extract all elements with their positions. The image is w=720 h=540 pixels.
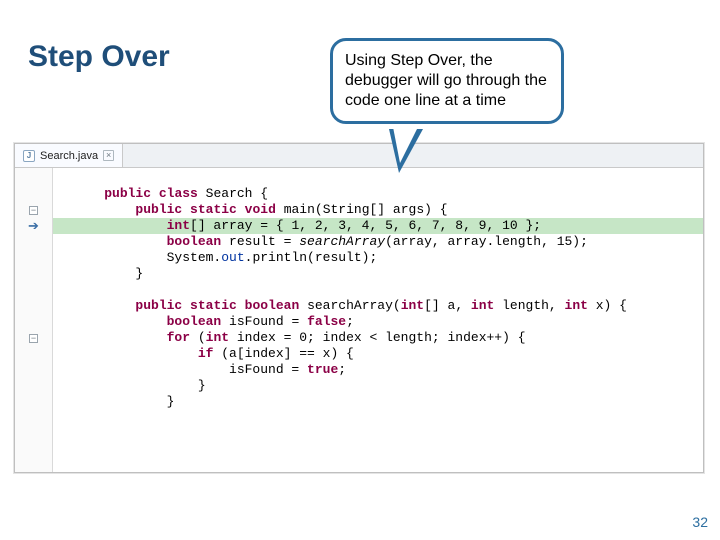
code-line: } [53,378,703,394]
code-line: public static boolean searchArray(int[] … [53,298,703,314]
fold-icon[interactable]: − [15,202,52,218]
code-area: −➔− public class Search { public static … [15,168,703,472]
code-content: public class Search { public static void… [53,168,703,472]
code-line: System.out.println(result); [53,250,703,266]
code-line: isFound = true; [53,362,703,378]
code-line: for (int index = 0; index < length; inde… [53,330,703,346]
code-line: public class Search { [53,186,703,202]
execution-pointer-icon: ➔ [15,218,52,234]
editor-gutter: −➔− [15,168,53,472]
code-line: public static void main(String[] args) { [53,202,703,218]
slide-title: Step Over [28,40,170,74]
code-line: } [53,394,703,410]
editor-tabbar: J Search.java × [15,144,703,168]
code-line: boolean result = searchArray(array, arra… [53,234,703,250]
java-file-icon: J [23,150,35,162]
code-editor: J Search.java × −➔− public class Search … [14,143,704,473]
code-line: int[] array = { 1, 2, 3, 4, 5, 6, 7, 8, … [53,218,703,234]
page-number: 32 [692,514,708,530]
callout-bubble: Using Step Over, the debugger will go th… [330,38,564,124]
code-line [53,282,703,298]
editor-tab[interactable]: J Search.java × [15,144,123,167]
code-line: } [53,266,703,282]
close-icon[interactable]: × [103,150,114,161]
fold-icon[interactable]: − [15,330,52,346]
code-line [53,170,703,186]
code-line: boolean isFound = false; [53,314,703,330]
code-line: if (a[index] == x) { [53,346,703,362]
tab-filename: Search.java [40,150,98,162]
